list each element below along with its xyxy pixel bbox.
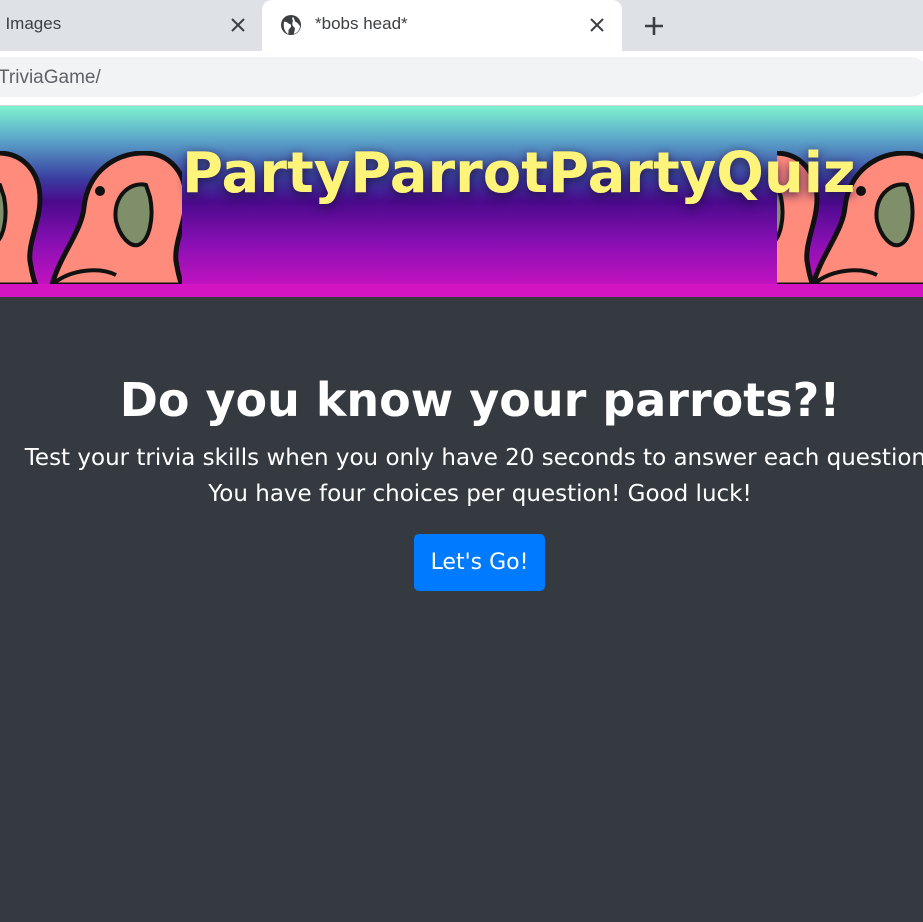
globe-icon [280, 14, 302, 36]
plus-icon[interactable] [640, 12, 668, 40]
banner-bottom-band [0, 284, 923, 297]
start-button[interactable]: Let's Go! [414, 534, 545, 591]
tab-bobs-head[interactable]: *bobs head* [262, 0, 622, 51]
close-icon[interactable] [585, 13, 609, 37]
tab-title: *bobs head* [315, 14, 408, 33]
tab-images[interactable]: . Images [0, 0, 262, 51]
intro-text: You have four choices per question! Good… [208, 481, 752, 507]
site-title: PartyParrotPartyQuiz [182, 141, 856, 206]
url-text[interactable]: TriviaGame/ [0, 67, 101, 89]
site-banner: PartyParrotPartyQuiz [0, 106, 923, 297]
tab-strip: . Images *bobs head* [0, 0, 923, 51]
address-bar[interactable] [0, 57, 923, 97]
close-icon[interactable] [226, 13, 250, 37]
intro-text: Test your trivia skills when you only ha… [24, 445, 923, 471]
party-parrot-icon [0, 151, 182, 285]
browser-toolbar: TriviaGame/ [0, 51, 923, 106]
tab-title: . Images [0, 14, 62, 33]
page-heading: Do you know your parrots?! [119, 373, 841, 427]
